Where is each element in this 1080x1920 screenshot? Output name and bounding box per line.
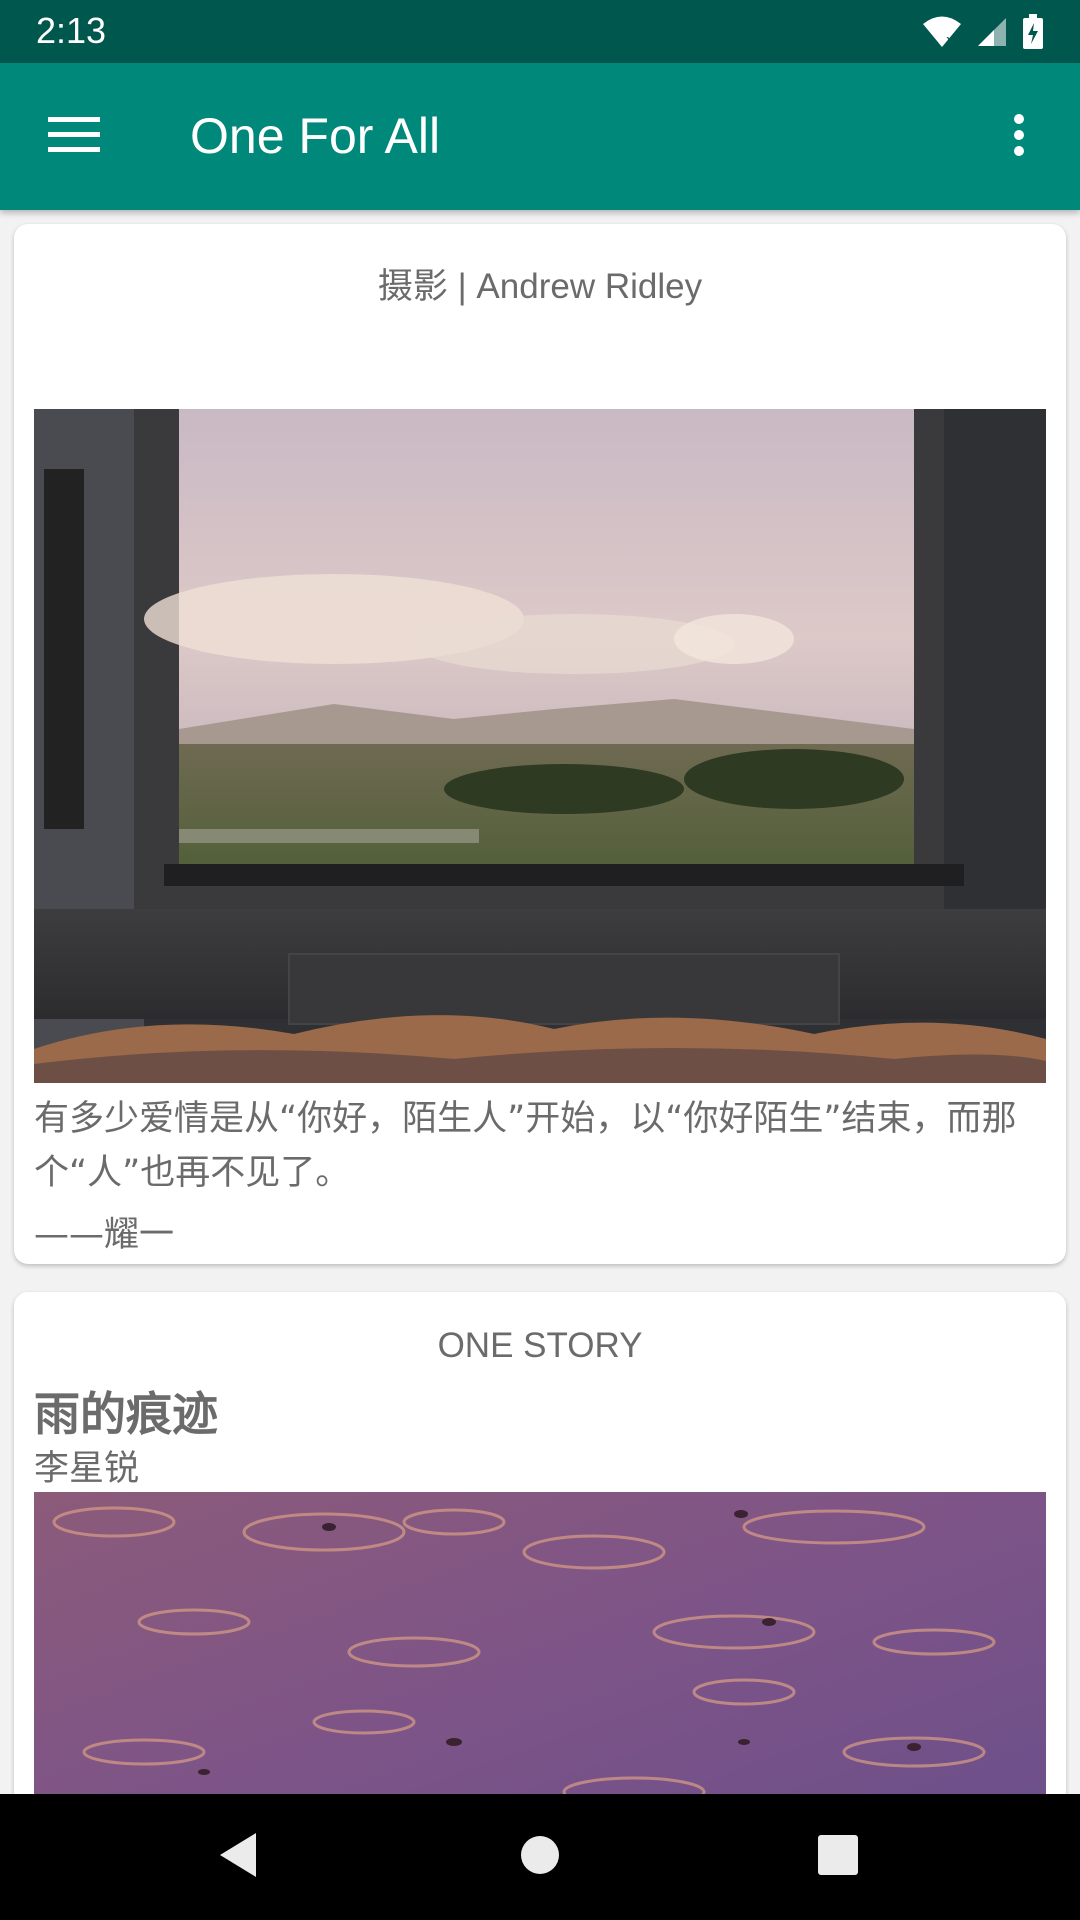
story-card[interactable]: ONE STORY 雨的痕迹 李星锐 — [14, 1292, 1066, 1794]
story-category: ONE STORY — [437, 1326, 643, 1365]
story-title: 雨的痕迹 — [34, 1387, 218, 1441]
window-landscape-photo[interactable] — [34, 409, 1046, 1083]
recents-icon — [817, 1834, 859, 1880]
app-bar: One For All — [0, 63, 1080, 210]
menu-button[interactable] — [36, 103, 112, 171]
nav-back-button[interactable] — [206, 1824, 272, 1890]
more-vert-icon — [1013, 113, 1025, 161]
story-author: 李星锐 — [34, 1449, 140, 1489]
hamburger-menu-icon — [48, 117, 100, 157]
system-nav-bar — [0, 1794, 1080, 1920]
photo-card[interactable]: 摄影 | Andrew Ridley 有多少爱情是从“你好，陌生人”开始，以“你… — [14, 224, 1066, 1264]
nav-recents-button[interactable] — [805, 1824, 871, 1890]
app-title: One For All — [190, 108, 441, 164]
status-bar: 2:13 x — [0, 0, 1080, 63]
battery-charging-icon — [1022, 14, 1044, 54]
feed-list[interactable]: 摄影 | Andrew Ridley 有多少爱情是从“你好，陌生人”开始，以“你… — [0, 210, 1080, 1794]
status-time: 2:13 — [36, 10, 107, 51]
quote-text: 有多少爱情是从“你好，陌生人”开始，以“你好陌生”结束，而那个“人”也再不见了。 — [34, 1099, 1017, 1193]
status-icons: x — [922, 14, 1044, 54]
overflow-menu-button[interactable] — [994, 103, 1044, 171]
quote-author: ——耀一 — [34, 1215, 175, 1255]
photo-credit: 摄影 | Andrew Ridley — [377, 267, 703, 306]
rain-ripples-photo[interactable] — [34, 1492, 1046, 1794]
nav-home-button[interactable] — [507, 1824, 573, 1890]
back-icon — [216, 1830, 262, 1884]
svg-text:x: x — [946, 33, 954, 49]
home-icon — [519, 1834, 561, 1880]
signal-icon — [976, 16, 1008, 52]
wifi-icon: x — [922, 15, 962, 53]
